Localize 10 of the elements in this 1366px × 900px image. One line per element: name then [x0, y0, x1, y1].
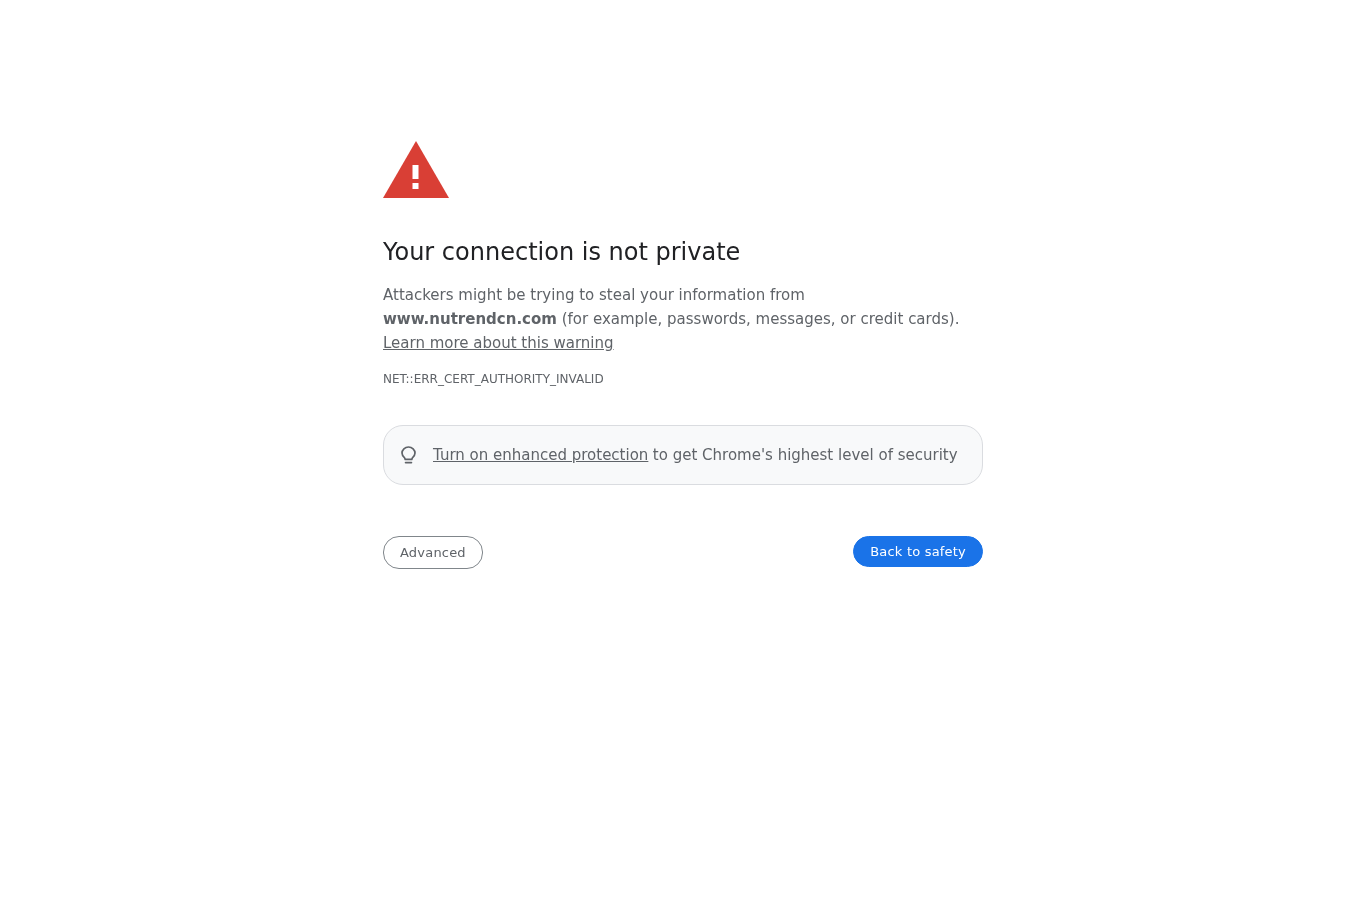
learn-more-link[interactable]: Learn more about this warning [383, 331, 614, 355]
warning-triangle-icon [383, 141, 449, 198]
protection-message: to get Chrome's highest level of security [652, 446, 958, 464]
error-code: NET::ERR_CERT_AUTHORITY_INVALID [383, 371, 604, 387]
page-heading: Your connection is not private [383, 237, 742, 267]
back-to-safety-button[interactable]: Back to safety [853, 536, 983, 567]
advanced-button[interactable]: Advanced [383, 536, 483, 569]
warning-message: Attackers might be trying to steal your information from www.nutrendcn.com (for example, passwords, messages, or credit cards). [383, 285, 961, 330]
lightbulb-icon [401, 445, 416, 465]
enhanced-protection-link[interactable]: Turn on enhanced protection [433, 446, 649, 464]
